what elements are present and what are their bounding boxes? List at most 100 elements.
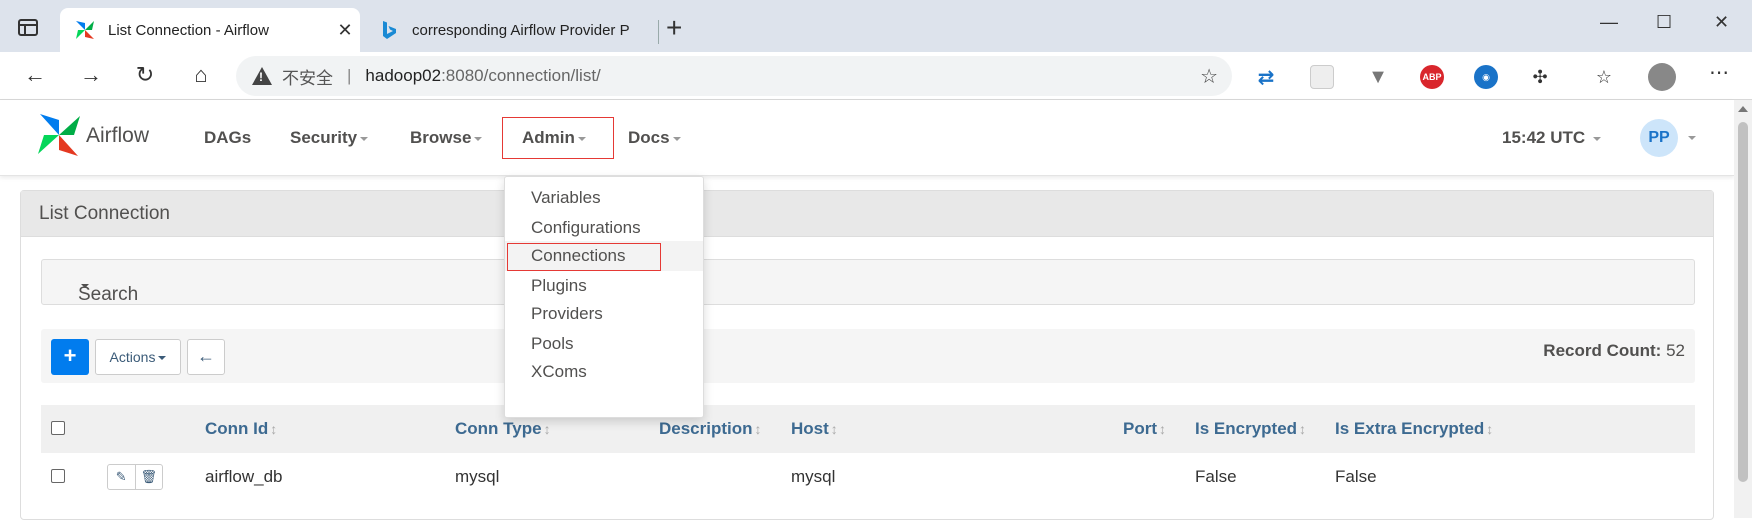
airflow-page: Airflow DAGs Security Browse Admin Docs … (0, 100, 1734, 520)
column-header-host[interactable]: Host ↕ (791, 419, 838, 439)
list-toolbar: + Actions ← Record Count: 52 (41, 329, 1695, 383)
address-separator: | (347, 66, 352, 85)
cell-host: mysql (791, 467, 836, 486)
caret-down-icon (672, 136, 681, 141)
menu-item-providers[interactable]: Providers (505, 299, 703, 329)
record-count-value: 52 (1666, 341, 1685, 360)
close-window-icon[interactable]: ✕ (1714, 12, 1729, 33)
cell-is-extra-encrypted: False (1335, 467, 1377, 486)
menu-item-plugins[interactable]: Plugins (505, 271, 703, 301)
record-count: Record Count: 52 (1543, 341, 1685, 361)
sort-icon: ↕ (754, 421, 762, 437)
tab-actions-icon[interactable] (18, 19, 38, 36)
record-count-label: Record Count: (1543, 341, 1662, 360)
back-button[interactable]: ← (187, 339, 225, 375)
nav-dags[interactable]: DAGs (204, 128, 251, 148)
column-header-is-encrypted[interactable]: Is Encrypted ↕ (1195, 419, 1306, 439)
caret-down-icon (1593, 136, 1602, 141)
forward-arrow-icon[interactable]: → (76, 62, 106, 88)
sort-icon: ↕ (270, 421, 278, 437)
globe-extension-icon[interactable]: ◉ (1474, 65, 1498, 89)
column-header-conn-type[interactable]: Conn Type ↕ (455, 419, 551, 439)
utc-clock[interactable]: 15:42 UTC (1502, 128, 1602, 148)
actions-label: Actions (109, 349, 156, 365)
row-checkbox[interactable] (51, 469, 65, 483)
column-label: Host (791, 419, 829, 438)
table-row: ✎ 🗑 airflow_db mysql mysql False False (41, 453, 1695, 501)
extensions-puzzle-icon[interactable]: ✣ (1528, 65, 1552, 89)
sort-icon: ↕ (1486, 421, 1494, 437)
admin-dropdown-menu: Variables Configurations Connections Plu… (504, 176, 704, 418)
airflow-navbar: Airflow DAGs Security Browse Admin Docs … (0, 100, 1734, 176)
nav-docs[interactable]: Docs (628, 128, 681, 148)
menu-item-xcoms[interactable]: XComs (505, 357, 703, 387)
profile-avatar-icon[interactable] (1648, 63, 1676, 91)
maximize-icon[interactable]: ☐ (1656, 12, 1672, 33)
minimize-icon[interactable]: — (1600, 12, 1618, 33)
connections-highlight-box (507, 243, 661, 271)
panel-title: List Connection (21, 191, 1713, 237)
delete-icon[interactable]: 🗑 (136, 465, 163, 489)
add-connection-button[interactable]: + (51, 339, 89, 375)
column-header-description[interactable]: Description ↕ (659, 419, 762, 439)
reload-icon[interactable]: ↻ (130, 62, 160, 88)
not-secure-label: 不安全 (282, 68, 333, 88)
nav-security[interactable]: Security (290, 128, 369, 148)
page-scrollbar[interactable] (1734, 100, 1752, 518)
tab-list-connection[interactable]: List Connection - Airflow ✕ (60, 8, 360, 52)
table-header: Conn Id ↕ Conn Type ↕ Description ↕ Host ↕ P… (41, 405, 1695, 453)
close-tab-icon[interactable]: ✕ (330, 20, 360, 41)
column-header-port[interactable]: Port ↕ (1123, 419, 1166, 439)
browser-tab-strip: List Connection - Airflow ✕ correspondin… (0, 0, 1752, 52)
vivaldi-extension-icon[interactable]: ▼ (1366, 65, 1390, 89)
caret-down-icon (158, 356, 167, 361)
favorites-icon[interactable]: ☆ (1592, 65, 1616, 89)
user-avatar[interactable]: PP (1640, 119, 1678, 157)
nav-browse[interactable]: Browse (410, 128, 483, 148)
browser-menu-icon[interactable]: ⋯ (1704, 60, 1734, 85)
scroll-up-icon[interactable] (1738, 106, 1748, 112)
actions-button[interactable]: Actions (95, 339, 181, 375)
scrollbar-thumb[interactable] (1738, 122, 1748, 482)
column-label: Is Extra Encrypted (1335, 419, 1485, 438)
search-bar[interactable]: Search (41, 259, 1695, 305)
caret-down-icon (360, 136, 369, 141)
column-label: Is Encrypted (1195, 419, 1298, 438)
column-header-is-extra-encrypted[interactable]: Is Extra Encrypted ↕ (1335, 419, 1493, 439)
sync-extension-icon[interactable]: ⇄ (1254, 65, 1278, 89)
sort-icon: ↕ (1299, 421, 1307, 437)
bing-favicon-icon (378, 19, 400, 41)
extension-gray-icon[interactable] (1310, 65, 1334, 89)
adblock-plus-icon[interactable]: ABP (1420, 65, 1444, 89)
sort-icon: ↕ (830, 421, 838, 437)
new-tab-icon[interactable]: + (666, 14, 682, 42)
tab-title: corresponding Airflow Provider P (412, 21, 630, 39)
menu-item-configurations[interactable]: Configurations (505, 213, 703, 243)
column-label: Description (659, 419, 753, 438)
menu-item-variables[interactable]: Variables (505, 183, 703, 213)
nav-label: Docs (628, 128, 670, 147)
column-header-conn-id[interactable]: Conn Id ↕ (205, 419, 277, 439)
select-all-checkbox[interactable] (51, 421, 65, 435)
cell-conn-type: mysql (455, 467, 500, 486)
caret-down-icon (81, 284, 89, 288)
not-secure-warning-icon (252, 67, 272, 85)
airflow-logo-icon[interactable] (36, 112, 82, 158)
sort-icon: ↕ (543, 421, 551, 437)
address-bar[interactable]: 不安全 | hadoop02 :8080/connection/list/ ☆ (236, 56, 1232, 96)
airflow-brand[interactable]: Airflow (86, 124, 149, 148)
back-arrow-icon[interactable]: ← (20, 62, 50, 88)
nav-label: Browse (410, 128, 472, 147)
tab-separator (658, 20, 659, 44)
caret-down-icon (474, 136, 483, 141)
tab-airflow-provider[interactable]: corresponding Airflow Provider P (364, 8, 654, 52)
cell-is-encrypted: False (1195, 467, 1237, 486)
url-host: hadoop02 (365, 66, 442, 85)
home-icon[interactable]: ⌂ (186, 62, 216, 88)
admin-highlight-box (502, 117, 614, 159)
caret-down-icon[interactable] (1688, 136, 1696, 140)
add-favorite-icon[interactable]: ☆ (1200, 64, 1218, 89)
column-label: Conn Type (455, 419, 542, 438)
menu-item-pools[interactable]: Pools (505, 329, 703, 359)
edit-icon[interactable]: ✎ (108, 465, 136, 489)
